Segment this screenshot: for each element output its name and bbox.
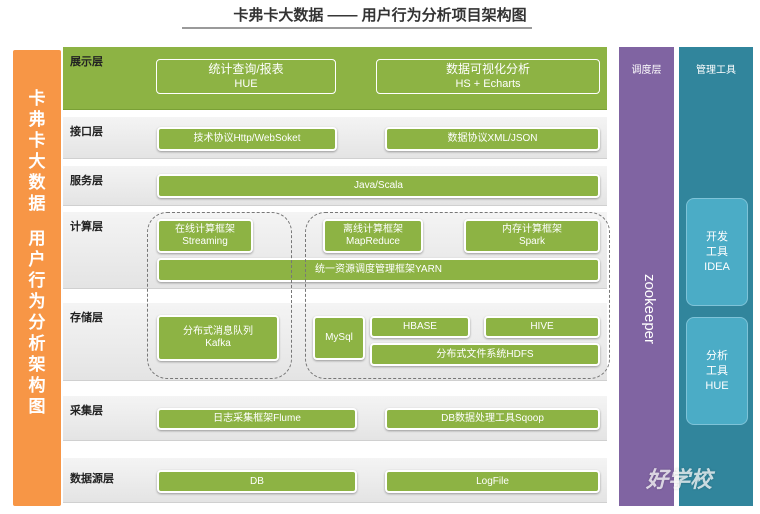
management-tools-column: 管理工具 开发 工具 IDEA 分析 工具 HUE bbox=[679, 47, 753, 506]
scheduler-heading: 调度层 bbox=[631, 65, 662, 76]
left-char: 图 bbox=[28, 397, 46, 416]
dev-tool-idea-box: 开发 工具 IDEA bbox=[686, 198, 748, 306]
flume-box: 日志采集框架Flume bbox=[157, 408, 357, 430]
analysis-tool-line1: 分析 bbox=[706, 349, 728, 362]
left-char: 用 bbox=[28, 229, 46, 248]
left-char-spacer bbox=[13, 214, 61, 228]
db-source-box: DB bbox=[157, 470, 357, 493]
dev-tool-name: IDEA bbox=[704, 260, 730, 273]
left-char: 卡 bbox=[28, 131, 46, 150]
storage-layer-label: 存储层 bbox=[70, 312, 103, 324]
diagram-title: 卡弗卡大数据 —— 用户行为分析项目架构图 bbox=[233, 7, 527, 24]
report-query-box: 统计查询/报表 HUE bbox=[156, 59, 336, 94]
scheduler-column: 调度层 zookeeper bbox=[619, 47, 674, 506]
sqoop-box: DB数据处理工具Sqoop bbox=[385, 408, 600, 430]
visualization-tool: HS + Echarts bbox=[455, 77, 521, 90]
left-title-text: 卡 弗 卡 大 数 据 用 户 行 为 分 析 架 构 图 bbox=[13, 88, 61, 417]
left-char: 架 bbox=[28, 355, 46, 374]
source-layer: 数据源层 DB LogFile bbox=[63, 458, 607, 503]
collect-layer-label: 采集层 bbox=[70, 405, 103, 417]
source-layer-label: 数据源层 bbox=[70, 473, 114, 485]
display-layer-label: 展示层 bbox=[70, 56, 103, 68]
left-char: 为 bbox=[28, 292, 46, 311]
service-layer: 服务层 Java/Scala bbox=[63, 166, 607, 206]
interface-layer: 接口层 技术协议Http/WebSoket 数据协议XML/JSON bbox=[63, 117, 607, 159]
title-underline bbox=[182, 27, 532, 29]
analysis-tool-name: HUE bbox=[705, 379, 729, 392]
offline-pipeline-group bbox=[305, 212, 610, 379]
left-char: 构 bbox=[28, 376, 46, 395]
visualization-title: 数据可视化分析 bbox=[445, 61, 530, 76]
left-char: 行 bbox=[28, 271, 46, 290]
left-char: 卡 bbox=[28, 89, 46, 108]
display-layer: 展示层 统计查询/报表 HUE 数据可视化分析 HS + Echarts bbox=[63, 47, 607, 110]
dev-tool-line1: 开发 bbox=[706, 230, 728, 243]
left-title-panel: 卡 弗 卡 大 数 据 用 户 行 为 分 析 架 构 图 bbox=[13, 50, 61, 506]
zookeeper-text: zookeeper bbox=[641, 274, 658, 344]
logfile-source-box: LogFile bbox=[385, 470, 600, 493]
left-char: 弗 bbox=[28, 110, 46, 129]
watermark-logo: 好学校 bbox=[646, 467, 713, 492]
java-scala-box: Java/Scala bbox=[157, 174, 600, 198]
left-char: 据 bbox=[28, 194, 46, 213]
compute-layer-label: 计算层 bbox=[70, 221, 103, 233]
left-char: 户 bbox=[28, 250, 46, 269]
realtime-pipeline-group bbox=[147, 212, 292, 379]
collect-layer: 采集层 日志采集框架Flume DB数据处理工具Sqoop bbox=[63, 396, 607, 441]
zookeeper-label: zookeeper bbox=[641, 274, 658, 344]
interface-layer-label: 接口层 bbox=[70, 126, 103, 138]
analysis-tool-hue-box: 分析 工具 HUE bbox=[686, 317, 748, 425]
service-layer-label: 服务层 bbox=[70, 175, 103, 187]
report-query-title: 统计查询/报表 bbox=[208, 61, 284, 76]
left-char: 分 bbox=[28, 313, 46, 332]
analysis-tool-line2: 工具 bbox=[706, 364, 728, 377]
tech-protocol-box: 技术协议Http/WebSoket bbox=[157, 127, 337, 151]
tools-heading: 管理工具 bbox=[696, 65, 736, 76]
left-char: 大 bbox=[28, 152, 46, 171]
report-query-tool: HUE bbox=[234, 77, 258, 90]
left-char: 析 bbox=[28, 334, 46, 353]
visualization-box: 数据可视化分析 HS + Echarts bbox=[376, 59, 600, 94]
dev-tool-line2: 工具 bbox=[706, 245, 728, 258]
data-protocol-box: 数据协议XML/JSON bbox=[385, 127, 600, 151]
left-char: 数 bbox=[28, 173, 46, 192]
